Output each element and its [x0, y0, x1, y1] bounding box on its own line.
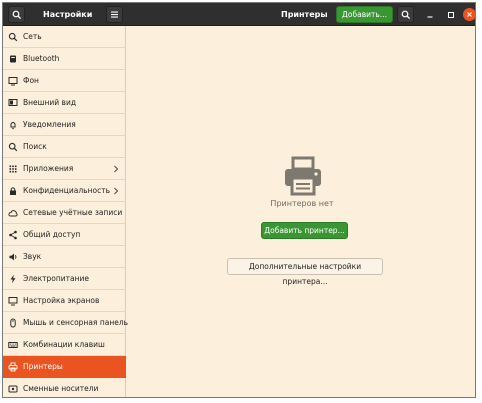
- sidebar-item-mouse[interactable]: Мышь и сенсорная панель: [3, 312, 129, 334]
- sidebar-item-label: Электропитание: [23, 274, 90, 283]
- menu-button[interactable]: [106, 6, 123, 23]
- keyboard-icon: [8, 342, 18, 348]
- printer-icon: [8, 362, 18, 372]
- sidebar-item-displays[interactable]: Настройка экранов: [3, 290, 126, 312]
- maximize-icon: [447, 11, 454, 18]
- add-printer-button[interactable]: Добавить принтер...: [261, 222, 348, 239]
- removable-media-icon: [8, 385, 18, 393]
- sidebar-item-label: Сеть: [23, 32, 42, 41]
- sidebar-item-apps[interactable]: Приложения: [3, 158, 126, 180]
- advanced-printer-settings-button[interactable]: Дополнительные настройки принтера...: [227, 258, 383, 286]
- bluetooth-icon: [10, 55, 16, 63]
- minimize-button[interactable]: [423, 8, 436, 21]
- sharing-icon: [9, 230, 17, 240]
- privacy-icon: [10, 187, 16, 195]
- sidebar-item-power[interactable]: Электропитание: [3, 268, 126, 290]
- search-icon: [8, 142, 18, 152]
- sidebar-item-notifications[interactable]: Уведомления: [3, 114, 126, 136]
- sidebar-item-appearance[interactable]: Внешний вид: [3, 92, 126, 114]
- sidebar-item-search[interactable]: Поиск: [3, 136, 126, 158]
- network-icon: [8, 32, 18, 42]
- search-icon: [12, 10, 21, 19]
- sidebar-item-label: Сменные носители: [23, 384, 99, 393]
- sidebar-item-label: Общий доступ: [23, 230, 81, 239]
- sidebar-item-label: Настройка экранов: [23, 296, 100, 305]
- printer-icon: [285, 156, 321, 196]
- maximize-button[interactable]: [444, 8, 457, 21]
- notifications-icon: [10, 121, 16, 130]
- sidebar-item-sound[interactable]: Звук: [3, 246, 126, 268]
- header-search-button[interactable]: [397, 6, 414, 23]
- sidebar-item-privacy[interactable]: Конфиденциальность: [3, 180, 126, 202]
- sidebar-title: Настройки: [43, 10, 93, 19]
- close-icon: [467, 12, 472, 17]
- header-bar: Настройки Принтеры Добавить...: [3, 3, 475, 26]
- sidebar-item-label: Комбинации клавиш: [23, 340, 105, 349]
- sidebar-item-label: Звук: [23, 252, 42, 261]
- mouse-icon: [10, 318, 16, 328]
- sidebar-item-label: Поиск: [23, 142, 47, 151]
- online-accounts-icon: [8, 210, 18, 217]
- sidebar-item-printers[interactable]: Принтеры: [3, 356, 126, 378]
- sidebar-item-keyboard[interactable]: Комбинации клавиш: [3, 334, 126, 356]
- sidebar-item-label: Уведомления: [23, 120, 76, 129]
- add-button[interactable]: Добавить...: [336, 6, 393, 23]
- displays-icon: [8, 297, 18, 306]
- background-icon: [8, 77, 18, 86]
- minimize-icon: [427, 15, 432, 18]
- sidebar-item-background[interactable]: Фон: [3, 70, 126, 92]
- sidebar-item-label: Приложения: [23, 164, 74, 173]
- sidebar-item-label: Конфиденциальность: [23, 186, 111, 195]
- sidebar-item-label: Фон: [23, 76, 39, 85]
- appearance-icon: [8, 99, 18, 106]
- sound-icon: [9, 253, 17, 261]
- power-icon: [10, 274, 16, 284]
- printers-panel: Принтеров нет Добавить принтер... Дополн…: [127, 26, 475, 397]
- sidebar-item-removable-media[interactable]: Сменные носители: [3, 378, 126, 397]
- sidebar-item-online-accounts[interactable]: Сетевые учётные записи: [3, 202, 126, 224]
- empty-state-text: Принтеров нет: [270, 199, 334, 208]
- sidebar-item-label: Сетевые учётные записи: [23, 208, 123, 217]
- sidebar-item-network[interactable]: Сеть: [3, 26, 126, 48]
- sidebar-item-bluetooth[interactable]: Bluetooth: [3, 48, 126, 70]
- settings-window: Настройки Принтеры Добавить... Сеть Blue…: [2, 2, 476, 398]
- sidebar: Сеть Bluetooth Фон Внешний вид Уведомлен…: [3, 26, 129, 397]
- close-button[interactable]: [463, 8, 475, 21]
- apps-icon: [9, 165, 17, 173]
- chevron-right-icon: [114, 187, 119, 195]
- sidebar-item-label: Внешний вид: [23, 98, 77, 107]
- sidebar-item-label: Принтеры: [23, 362, 63, 371]
- search-button[interactable]: [8, 6, 25, 23]
- chevron-right-icon: [114, 165, 119, 173]
- search-icon: [401, 10, 410, 19]
- hamburger-menu-icon: [111, 11, 118, 18]
- sidebar-item-label: Мышь и сенсорная панель: [23, 318, 129, 327]
- sidebar-item-sharing[interactable]: Общий доступ: [3, 224, 126, 246]
- panel-title: Принтеры: [281, 10, 328, 19]
- sidebar-item-label: Bluetooth: [23, 54, 60, 63]
